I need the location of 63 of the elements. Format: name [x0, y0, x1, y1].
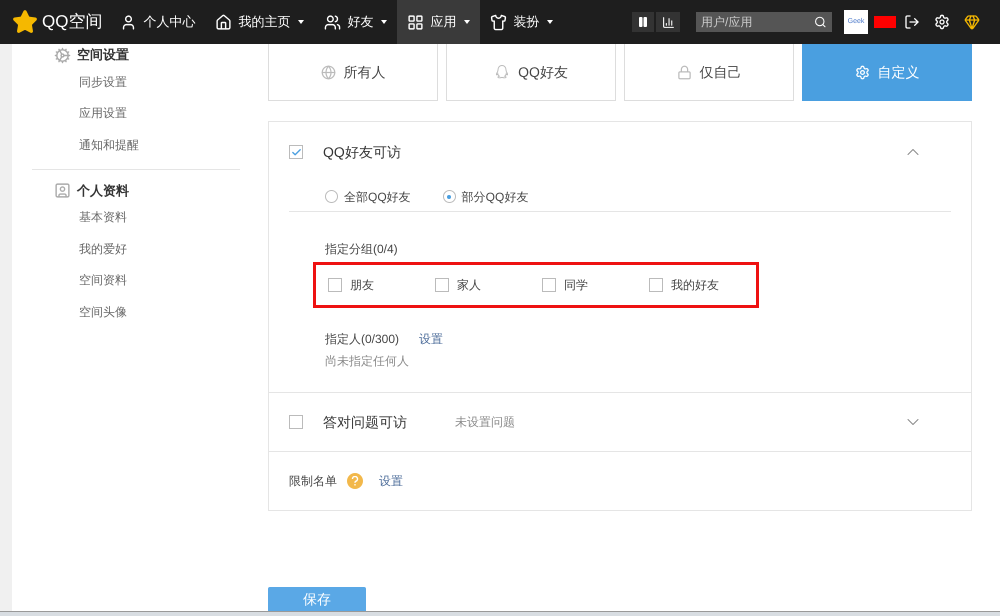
checkbox[interactable]: [435, 278, 449, 292]
group-option-label: 我的好友: [671, 277, 719, 294]
logo-text[interactable]: QQ空间: [42, 9, 102, 35]
search-input[interactable]: 用户/应用: [701, 13, 814, 31]
checkbox[interactable]: [649, 278, 663, 292]
sidebar-heading: 空间设置: [77, 46, 129, 64]
logout-icon[interactable]: [904, 14, 920, 30]
settings-icon[interactable]: [934, 14, 950, 30]
check-icon: [290, 146, 302, 158]
diamond-icon[interactable]: [964, 14, 980, 30]
visibility-tab[interactable]: 所有人: [268, 44, 438, 101]
settings-icon: [854, 64, 870, 80]
home-icon: [215, 14, 232, 30]
settings-icon: [54, 46, 71, 64]
section-title: 答对问题可访: [323, 412, 407, 432]
group-option-label: 家人: [457, 277, 481, 294]
penguin-icon: [494, 64, 510, 80]
people-label: 指定人(0/300): [325, 331, 400, 348]
radio-button[interactable]: [325, 190, 338, 203]
lock-icon: [676, 64, 692, 80]
friends-icon: [324, 14, 342, 30]
checkbox[interactable]: [328, 278, 342, 292]
logo-star-icon: [12, 9, 38, 35]
radio-option[interactable]: 全部QQ好友: [325, 188, 411, 206]
sidebar-item[interactable]: 同步设置: [32, 66, 240, 98]
group-option-label: 同学: [564, 277, 588, 294]
signal-bars-icon[interactable]: [656, 12, 680, 32]
checkbox[interactable]: [289, 145, 303, 159]
visibility-tab[interactable]: 仅自己: [624, 44, 794, 101]
radio-option[interactable]: 部分QQ好友: [442, 188, 528, 206]
group-option-label: 朋友: [350, 277, 374, 294]
checkbox[interactable]: [542, 278, 556, 292]
people-note: 尚未指定任何人: [324, 353, 410, 370]
sidebar-item[interactable]: 空间资料: [32, 264, 240, 296]
sidebar-item[interactable]: 我的爱好: [32, 233, 240, 264]
checkbox[interactable]: [289, 415, 303, 429]
name-block: [874, 16, 896, 28]
shirt-icon: [490, 14, 508, 30]
nav-item[interactable]: 我的主页: [205, 0, 314, 44]
radio-button[interactable]: [442, 190, 456, 203]
blocklist-label: 限制名单: [289, 473, 337, 490]
nav-item[interactable]: 个人中心: [110, 0, 206, 44]
sidebar-heading: 个人资料: [77, 182, 129, 200]
group-label: 指定分组(0/4): [324, 241, 399, 258]
sidebar-item[interactable]: 空间头像: [32, 296, 240, 328]
sidebar-item[interactable]: 通知和提醒: [32, 129, 240, 160]
globe-icon: [320, 64, 336, 80]
nav-item[interactable]: 好友: [314, 0, 398, 44]
question-note: 未设置问题: [455, 414, 515, 431]
set-link[interactable]: 设置: [419, 330, 444, 348]
nav-item[interactable]: 应用: [397, 0, 480, 44]
search-icon[interactable]: [814, 15, 827, 29]
section-title: QQ好友可访: [323, 142, 401, 162]
pause-icon[interactable]: [632, 12, 654, 32]
grid-icon: [407, 14, 424, 30]
visibility-tab[interactable]: QQ好友: [446, 44, 616, 101]
help-icon[interactable]: [347, 473, 363, 489]
nav-item[interactable]: 装扮: [480, 0, 564, 44]
sidebar-item[interactable]: 应用设置: [32, 98, 240, 129]
sidebar-item[interactable]: 基本资料: [32, 202, 240, 233]
set-link[interactable]: 设置: [379, 472, 403, 490]
search-field[interactable]: 用户/应用: [696, 12, 832, 32]
profile-icon: [54, 182, 71, 199]
